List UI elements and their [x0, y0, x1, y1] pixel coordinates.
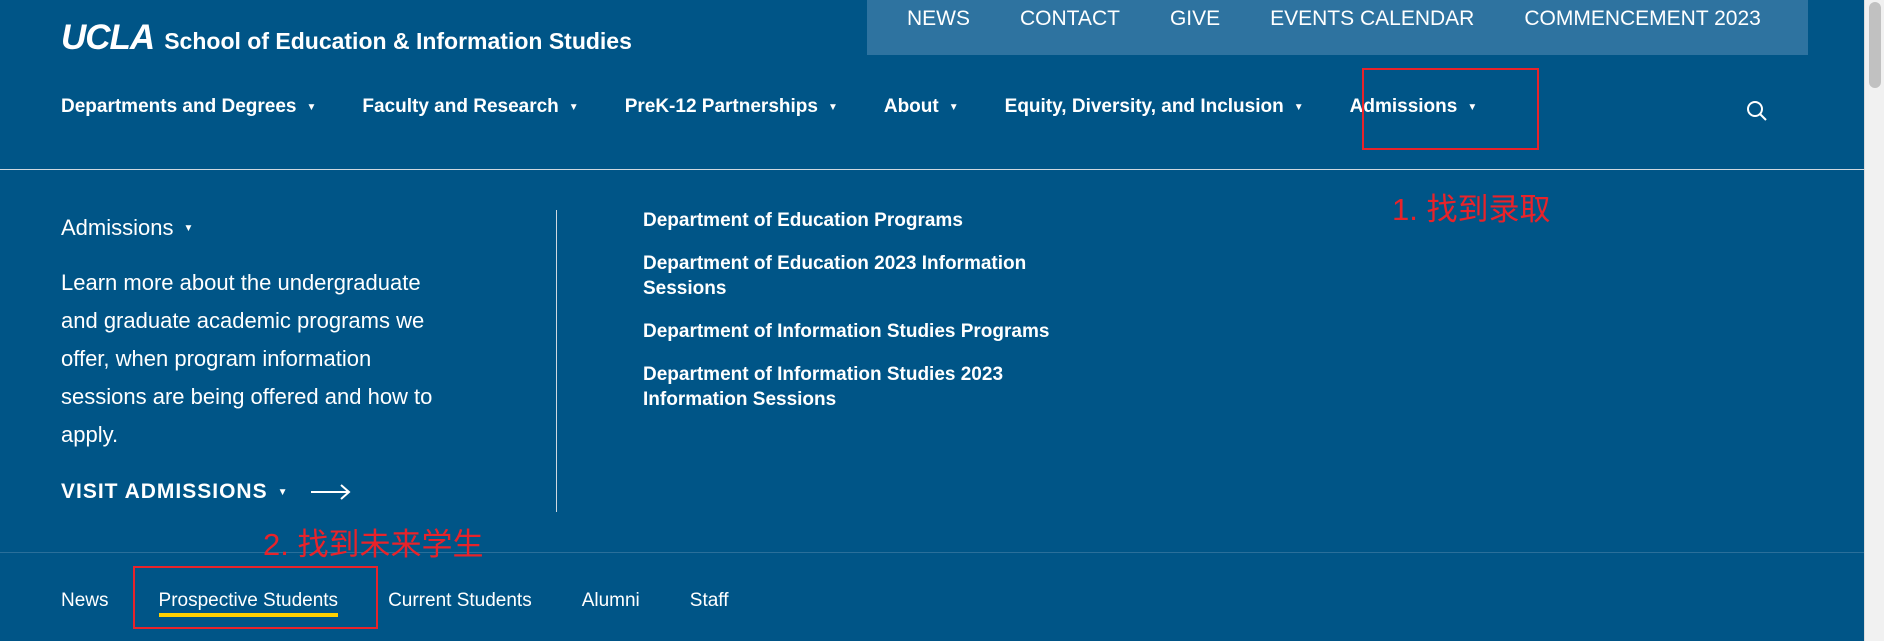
- utility-link-news[interactable]: NEWS: [907, 7, 970, 31]
- caret-down-icon: ▼: [827, 101, 838, 113]
- menu-link-information-studies-info-sessions[interactable]: Department of Information Studies 2023 I…: [643, 362, 1063, 412]
- utility-link-contact[interactable]: CONTACT: [1020, 7, 1120, 31]
- nav-item-faculty-research[interactable]: Faculty and Research ▼: [362, 96, 578, 118]
- menu-link-education-programs[interactable]: Department of Education Programs: [643, 208, 1063, 233]
- header-divider: [0, 169, 1864, 170]
- page-scrollbar[interactable]: [1864, 0, 1884, 641]
- visit-admissions-label: VISIT ADMISSIONS: [61, 480, 268, 503]
- scrollbar-thumb[interactable]: [1869, 2, 1881, 88]
- nav-item-equity[interactable]: Equity, Diversity, and Inclusion ▼: [1005, 96, 1304, 118]
- utility-nav: NEWS CONTACT GIVE EVENTS CALENDAR COMMEN…: [867, 0, 1808, 55]
- utility-link-commencement[interactable]: COMMENCEMENT 2023: [1524, 7, 1761, 31]
- mega-menu-title-label: Admissions: [61, 215, 174, 240]
- audience-link-current-students[interactable]: Current Students: [388, 590, 532, 612]
- mega-menu-description: Learn more about the undergraduate and g…: [61, 270, 433, 447]
- search-icon[interactable]: [1745, 99, 1769, 123]
- caret-down-icon: ▼: [568, 101, 579, 113]
- menu-link-education-info-sessions[interactable]: Department of Education 2023 Information…: [643, 251, 1063, 301]
- caret-down-icon: ▼: [1293, 101, 1304, 113]
- annotation-box-prospective-students: [133, 566, 378, 629]
- nav-item-label: Equity, Diversity, and Inclusion: [1004, 96, 1284, 117]
- audience-link-news[interactable]: News: [61, 590, 109, 612]
- nav-item-departments[interactable]: Departments and Degrees ▼: [61, 96, 316, 118]
- caret-down-icon: ▼: [306, 101, 317, 113]
- ucla-logo[interactable]: UCLA School of Education & Information S…: [61, 18, 632, 58]
- nav-item-label: Faculty and Research: [362, 96, 559, 117]
- mega-menu-title[interactable]: Admissions ▼: [61, 215, 193, 241]
- annotation-step2-text: 2. 找到未来学生: [263, 527, 484, 562]
- menu-link-information-studies-programs[interactable]: Department of Information Studies Progra…: [643, 319, 1063, 344]
- caret-down-icon: ▼: [183, 222, 194, 234]
- annotation-box-admissions: [1362, 68, 1539, 150]
- logo-school-text: School of Education & Information Studie…: [164, 28, 632, 54]
- nav-item-label: PreK-12 Partnerships: [624, 96, 818, 117]
- caret-down-icon: ▼: [277, 486, 289, 498]
- utility-link-give[interactable]: GIVE: [1170, 7, 1220, 31]
- nav-item-about[interactable]: About ▼: [884, 96, 959, 118]
- main-nav: Departments and Degrees ▼ Faculty and Re…: [61, 96, 1523, 118]
- logo-ucla-text: UCLA: [61, 18, 155, 57]
- utility-link-events-calendar[interactable]: EVENTS CALENDAR: [1270, 7, 1474, 31]
- arrow-right-icon: [310, 484, 351, 500]
- caret-down-icon: ▼: [948, 101, 959, 113]
- mega-menu-divider: [556, 210, 557, 512]
- audience-link-staff[interactable]: Staff: [690, 590, 729, 612]
- nav-item-prek12[interactable]: PreK-12 Partnerships ▼: [625, 96, 838, 118]
- visit-admissions-link[interactable]: VISIT ADMISSIONS ▼: [61, 480, 351, 504]
- annotation-step1-text: 1. 找到录取: [1392, 192, 1551, 227]
- mega-menu-links: Department of Education Programs Departm…: [643, 208, 1063, 430]
- nav-item-label: About: [883, 96, 939, 117]
- audience-link-alumni[interactable]: Alumni: [582, 590, 640, 612]
- nav-item-label: Departments and Degrees: [61, 96, 297, 117]
